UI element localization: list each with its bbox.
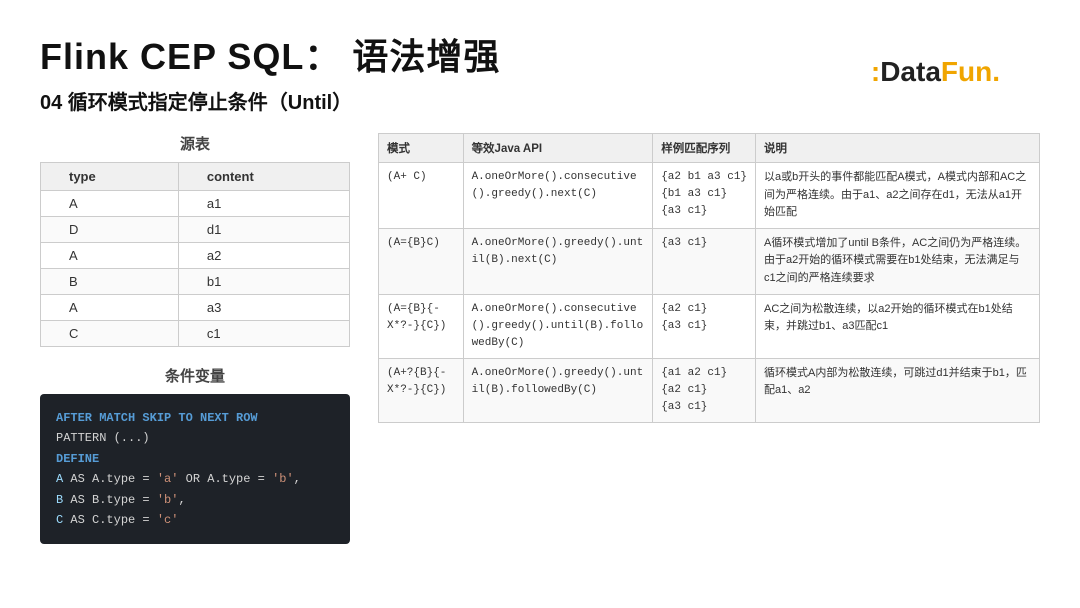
source-table: type content Aa1Dd1Aa2Bb1Aa3Cc1 <box>40 162 350 347</box>
code-line-6: C AS C.type = 'c' <box>56 510 334 530</box>
logo: :DataFun. <box>871 56 1000 88</box>
table-row: Dd1 <box>41 217 350 243</box>
logo-text: :DataFun. <box>871 56 1000 87</box>
table-row: (A={B}C)A.oneOrMore().greedy().until(B).… <box>379 228 1040 294</box>
col-type-header: type <box>41 163 179 191</box>
table-row: Bb1 <box>41 269 350 295</box>
table-row: Aa1 <box>41 191 350 217</box>
condition-label: 条件变量 <box>40 365 350 386</box>
col-pattern: 模式 <box>379 134 464 163</box>
table-row: Cc1 <box>41 321 350 347</box>
left-panel: 源表 type content Aa1Dd1Aa2Bb1Aa3Cc1 条件变量 … <box>40 133 350 544</box>
col-content-header: content <box>178 163 349 191</box>
code-line-3: DEFINE <box>56 449 334 469</box>
table-row: (A+?{B}{-X*?-}{C})A.oneOrMore().greedy()… <box>379 358 1040 422</box>
code-line-5: B AS B.type = 'b', <box>56 490 334 510</box>
subtitle: 04 循环模式指定停止条件（Until） <box>40 86 1040 115</box>
code-line-1: AFTER MATCH SKIP TO NEXT ROW <box>56 408 334 428</box>
pattern-table: 模式 等效Java API 样例匹配序列 说明 (A+ C)A.oneOrMor… <box>378 133 1040 423</box>
code-line-4: A AS A.type = 'a' OR A.type = 'b', <box>56 469 334 489</box>
table-row: Aa2 <box>41 243 350 269</box>
code-line-2: PATTERN (...) <box>56 428 334 448</box>
table-row: (A={B}{-X*?-}{C})A.oneOrMore().consecuti… <box>379 294 1040 358</box>
source-label: 源表 <box>40 133 350 154</box>
right-panel: 模式 等效Java API 样例匹配序列 说明 (A+ C)A.oneOrMor… <box>378 133 1040 544</box>
col-examples: 样例匹配序列 <box>653 134 756 163</box>
table-row: (A+ C)A.oneOrMore().consecutive().greedy… <box>379 163 1040 229</box>
col-api: 等效Java API <box>463 134 653 163</box>
col-desc: 说明 <box>756 134 1040 163</box>
table-row: Aa3 <box>41 295 350 321</box>
main-content: 源表 type content Aa1Dd1Aa2Bb1Aa3Cc1 条件变量 … <box>40 133 1040 544</box>
code-block: AFTER MATCH SKIP TO NEXT ROW PATTERN (..… <box>40 394 350 544</box>
